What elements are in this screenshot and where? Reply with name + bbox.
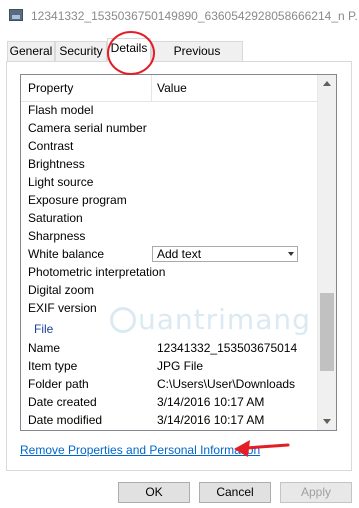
property-name: Photometric interpretation xyxy=(28,265,166,279)
property-name: Flash model xyxy=(28,103,94,117)
cancel-button[interactable]: Cancel xyxy=(199,482,271,503)
tab-security[interactable]: Security xyxy=(55,41,107,61)
property-row[interactable]: Photometric interpretation xyxy=(21,263,317,281)
property-name: Name xyxy=(28,341,61,355)
property-name: Item type xyxy=(28,359,78,373)
property-name: Sharpness xyxy=(28,229,86,243)
property-value: 3/14/2016 10:17 AM xyxy=(157,413,265,427)
title-bar: 12341332_1535036750149890_63605429280586… xyxy=(0,0,359,34)
property-name: Saturation xyxy=(28,211,83,225)
property-row[interactable]: Date created 3/14/2016 10:17 AM xyxy=(21,393,317,411)
property-row[interactable]: Contrast xyxy=(21,137,317,155)
property-row[interactable]: Digital zoom xyxy=(21,281,317,299)
property-row[interactable]: Saturation xyxy=(21,209,317,227)
scroll-down-icon[interactable] xyxy=(318,413,336,430)
chevron-down-icon[interactable] xyxy=(288,252,294,256)
property-row[interactable]: Flash model xyxy=(21,101,317,119)
property-name: Brightness xyxy=(28,157,85,171)
property-grid[interactable]: Property Value Flash model Camera serial… xyxy=(20,74,337,431)
grid-header: Property Value xyxy=(21,75,317,102)
section-header-file: File xyxy=(21,317,317,339)
highlight-circle xyxy=(107,31,155,75)
property-row[interactable]: Light source xyxy=(21,173,317,191)
remove-properties-link[interactable]: Remove Properties and Personal Informati… xyxy=(20,443,260,457)
property-value: JPG File xyxy=(157,359,204,373)
property-value: 3/14/2016 10:17 AM xyxy=(157,395,265,409)
property-row[interactable]: Brightness xyxy=(21,155,317,173)
property-row[interactable]: Exposure program xyxy=(21,191,317,209)
property-row[interactable]: Item type JPG File xyxy=(21,357,317,375)
property-row[interactable]: Date modified 3/14/2016 10:17 AM xyxy=(21,411,317,429)
vertical-scrollbar[interactable] xyxy=(317,75,336,430)
section-label: File xyxy=(34,322,54,336)
property-name: Light source xyxy=(28,175,94,189)
property-name: Date created xyxy=(28,395,97,409)
property-value: C:\Users\User\Downloads xyxy=(157,377,296,391)
property-name: Digital zoom xyxy=(28,283,95,297)
property-row[interactable]: Sharpness xyxy=(21,227,317,245)
tab-general[interactable]: General xyxy=(7,41,55,61)
property-name: Date modified xyxy=(28,413,103,427)
ok-button[interactable]: OK xyxy=(118,482,190,503)
property-name: Contrast xyxy=(28,139,74,153)
dropdown-value: Add text xyxy=(157,247,202,261)
white-balance-dropdown[interactable]: Add text xyxy=(152,246,298,262)
property-name: Exposure program xyxy=(28,193,127,207)
tab-strip: General Security Details Previous Versio… xyxy=(0,38,359,77)
property-name: Folder path xyxy=(28,377,89,391)
property-rows: Flash model Camera serial number Contras… xyxy=(21,101,317,429)
window-title: 12341332_1535036750149890_63605429280586… xyxy=(31,9,357,23)
property-row[interactable]: EXIF version xyxy=(21,299,317,317)
property-name: White balance xyxy=(28,247,105,261)
property-value: 12341332_153503675014... xyxy=(157,341,297,355)
column-divider[interactable] xyxy=(151,75,152,101)
property-name: EXIF version xyxy=(28,301,97,315)
scroll-up-icon[interactable] xyxy=(318,75,336,92)
scroll-thumb[interactable] xyxy=(320,293,334,371)
apply-button[interactable]: Apply xyxy=(280,482,352,503)
tab-previous-versions[interactable]: Previous Versions xyxy=(151,41,243,77)
column-header-property[interactable]: Property xyxy=(28,81,73,95)
property-row[interactable]: Camera serial number xyxy=(21,119,317,137)
property-row-white-balance[interactable]: White balance Add text xyxy=(21,245,317,263)
column-header-value[interactable]: Value xyxy=(157,81,187,95)
property-name: Camera serial number xyxy=(28,121,147,135)
red-arrow-icon xyxy=(234,440,290,457)
property-row[interactable]: Folder path C:\Users\User\Downloads xyxy=(21,375,317,393)
image-file-icon xyxy=(9,9,23,21)
property-row[interactable]: Name 12341332_153503675014... xyxy=(21,339,317,357)
